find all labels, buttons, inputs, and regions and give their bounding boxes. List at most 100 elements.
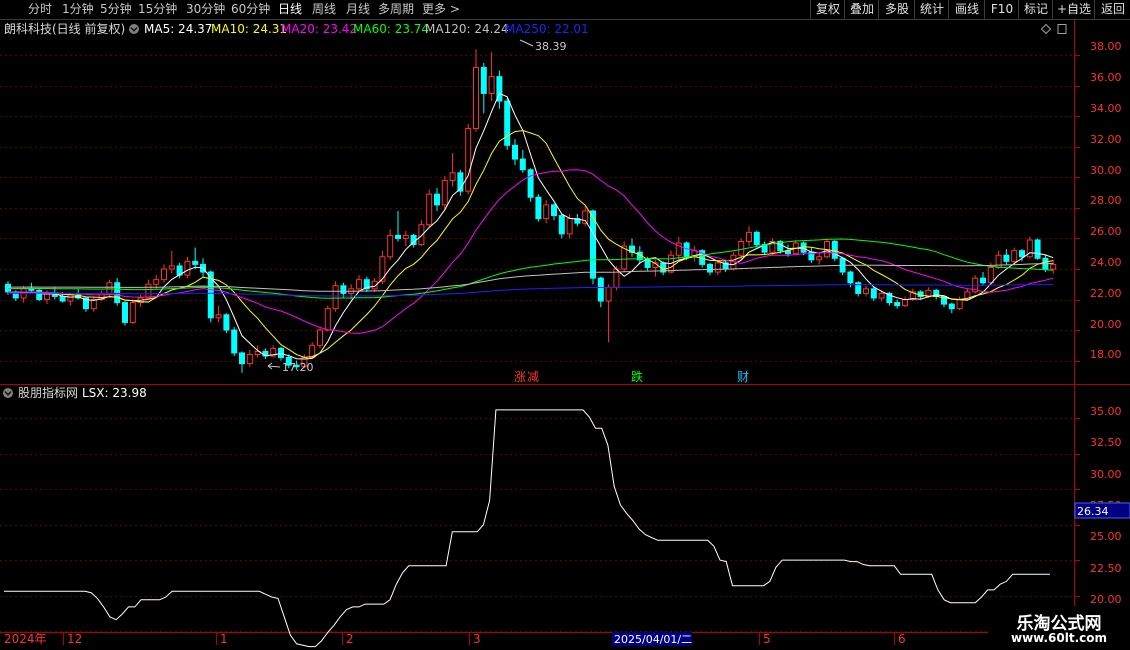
price-tick: 30.00 — [1090, 164, 1122, 177]
candle-body — [753, 231, 760, 246]
indicator-header: 股朋指标网 LSX: 23.98 — [3, 385, 147, 400]
candle-body — [184, 260, 191, 276]
candle-body — [488, 76, 495, 94]
cursor-value-box: 26.34 — [1074, 502, 1130, 519]
candle-body — [161, 268, 167, 281]
indicator-tick: 25.00 — [1090, 530, 1122, 543]
candle-body — [434, 193, 440, 206]
price-tick: 38.00 — [1090, 40, 1122, 53]
kline-chart[interactable]: 朗科科技(日线 前复权) MA5: 24.37 MA10: 24.31 MA20… — [0, 20, 1130, 650]
candle-body — [231, 329, 238, 354]
ma250-label: MA250: 22.01 — [505, 22, 589, 36]
price-axis-labels: 38.00 36.00 34.00 32.00 30.00 28.00 26.0… — [1090, 40, 1122, 361]
candle-body — [512, 144, 518, 160]
adjust-button[interactable]: 复权 — [810, 0, 845, 19]
candle-body — [239, 352, 245, 365]
candle-body — [870, 288, 877, 299]
diamond-icon[interactable] — [1040, 23, 1052, 35]
draw-button[interactable]: 画线 — [948, 0, 985, 19]
price-tick: 28.00 — [1090, 194, 1122, 207]
candle-body — [145, 283, 152, 299]
add-watchlist-button[interactable]: +自选 — [1052, 0, 1095, 19]
date-label: 2 — [346, 632, 354, 646]
candle-body — [683, 242, 690, 258]
date-label: 6 — [898, 632, 906, 646]
period-tab-15min[interactable]: 15分钟 — [138, 1, 177, 18]
price-tick: 22.00 — [1090, 287, 1122, 300]
indicator-tick: 30.00 — [1090, 468, 1122, 481]
candle-body — [738, 241, 745, 256]
settings-dropdown-icon[interactable] — [129, 24, 139, 34]
candle-body — [1019, 250, 1025, 258]
price-tick: 34.00 — [1090, 102, 1122, 115]
candle-body — [449, 172, 456, 181]
low-price-label: 17.20 — [282, 361, 314, 374]
watermark: 乐淘公式网 www.60lt.com — [988, 606, 1130, 650]
event-marker-finance[interactable]: 财 — [737, 370, 749, 384]
candle-body — [566, 218, 573, 235]
indicator-tick: 22.50 — [1090, 562, 1122, 575]
back-button[interactable]: 返回 — [1094, 0, 1130, 19]
candle-body — [831, 241, 838, 259]
candle-body — [816, 256, 823, 261]
candle-body — [558, 215, 565, 235]
price-tick: 36.00 — [1090, 71, 1122, 84]
period-tab-daily[interactable]: 日线 — [278, 1, 302, 18]
f10-button[interactable]: F10 — [984, 0, 1019, 19]
candle-body — [223, 314, 230, 331]
candle-body — [114, 282, 121, 304]
date-label: 5 — [763, 632, 771, 646]
candle-body — [317, 329, 323, 346]
candle-body — [356, 279, 362, 290]
candle-body — [441, 179, 448, 206]
rect-icon[interactable] — [1057, 24, 1067, 34]
watermark-url: www.60lt.com — [1010, 631, 1108, 645]
stock-title: 朗科科技(日线 前复权) — [4, 21, 125, 36]
candlestick-series — [5, 49, 1057, 373]
candle-body — [800, 242, 807, 253]
candle-body — [1003, 254, 1010, 262]
indicator-tick: 20.00 — [1090, 593, 1122, 606]
candle-body — [987, 266, 994, 284]
date-label: 12 — [67, 632, 82, 646]
candle-body — [746, 231, 752, 243]
period-tab-30min[interactable]: 30分钟 — [186, 1, 225, 18]
candle-body — [246, 353, 253, 365]
candle-body — [340, 285, 347, 294]
ma20-label: MA20: 23.42 — [281, 22, 357, 36]
stats-button[interactable]: 统计 — [914, 0, 949, 19]
candle-body — [597, 277, 604, 302]
event-marker-reduce[interactable]: 减 — [527, 370, 539, 384]
multi-stock-button[interactable]: 多股 — [878, 0, 915, 19]
ma120-label: MA120: 24.24 — [425, 22, 509, 36]
event-marker-rise[interactable]: 涨 — [514, 369, 526, 384]
period-tab-60min[interactable]: 60分钟 — [231, 1, 270, 18]
candle-body — [192, 260, 199, 265]
period-tab-monthly[interactable]: 月线 — [346, 1, 370, 18]
period-tab-more[interactable]: 更多 > — [422, 1, 460, 18]
candle-body — [582, 210, 589, 224]
candle-body — [1034, 239, 1041, 259]
mark-button[interactable]: 标记 — [1018, 0, 1053, 19]
indicator-dropdown-icon[interactable] — [3, 388, 13, 398]
ma5-label: MA5: 24.37 — [144, 22, 212, 36]
candle-body — [122, 302, 128, 323]
candle-body — [590, 210, 596, 279]
candle-body — [106, 282, 113, 294]
event-marker-fall[interactable]: 跌 — [631, 369, 643, 384]
candle-body — [278, 347, 284, 359]
period-tab-multi[interactable]: 多周期 — [378, 1, 414, 18]
cursor-date-label: 2025/04/01/二 — [614, 633, 692, 646]
date-label: 2024年 — [4, 632, 47, 646]
candle-body — [465, 128, 472, 192]
overlay-button[interactable]: 叠加 — [844, 0, 879, 19]
period-toolbar: 分时 1分钟 5分钟 15分钟 30分钟 60分钟 日线 周线 月线 多周期 更… — [0, 0, 1130, 20]
period-tab-5min[interactable]: 5分钟 — [100, 1, 132, 18]
period-tab-intraday[interactable]: 分时 — [28, 1, 52, 18]
candle-body — [894, 302, 901, 307]
ma10-label: MA10: 24.31 — [211, 22, 287, 36]
period-tab-weekly[interactable]: 周线 — [312, 1, 336, 18]
period-tab-1min[interactable]: 1分钟 — [62, 1, 94, 18]
candle-body — [535, 196, 542, 220]
chart-header: 朗科科技(日线 前复权) MA5: 24.37 MA10: 24.31 MA20… — [4, 21, 1067, 36]
